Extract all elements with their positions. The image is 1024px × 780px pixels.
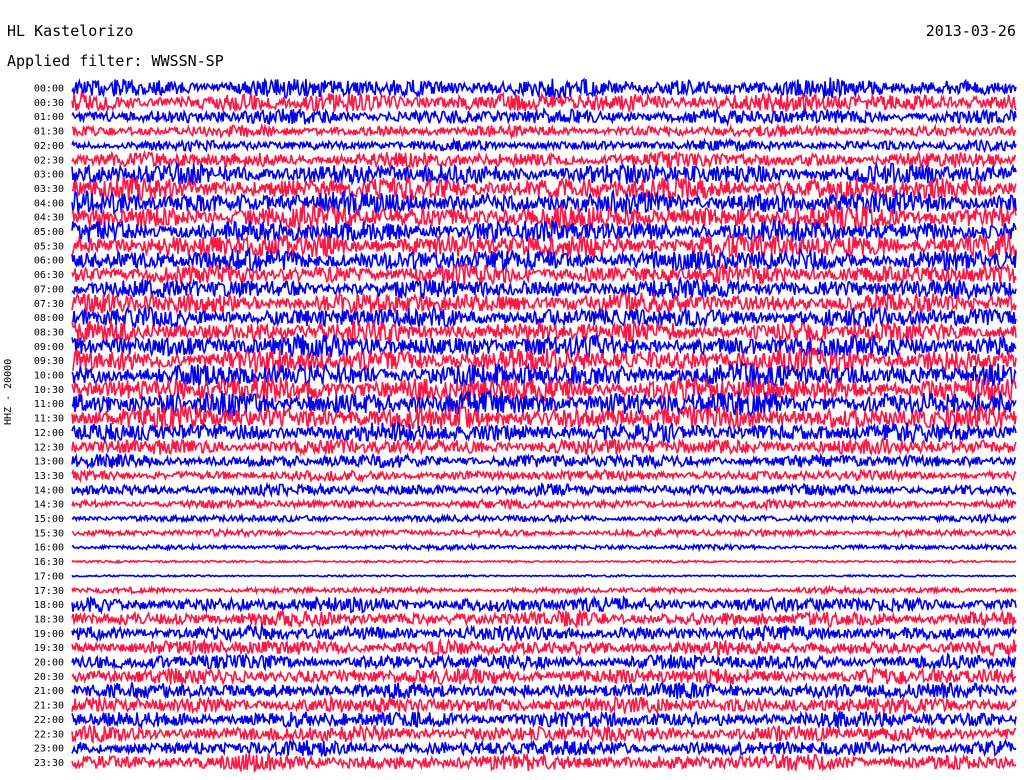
- row-label: 02:30: [34, 155, 64, 166]
- row-label: 15:30: [34, 528, 64, 539]
- row-label: 22:30: [34, 729, 64, 740]
- row-label: 14:30: [34, 500, 64, 511]
- row-label: 13:30: [34, 471, 64, 482]
- row-label: 11:00: [34, 399, 64, 410]
- trace-2130: [71, 694, 1017, 716]
- row-label: 20:00: [34, 658, 64, 669]
- trace-1300: [71, 452, 1017, 470]
- row-label: 16:00: [34, 543, 64, 554]
- row-label: 21:00: [34, 686, 64, 697]
- trace-1430: [71, 497, 1017, 512]
- row-label: 19:00: [34, 629, 64, 640]
- trace-1400: [71, 481, 1017, 498]
- row-label: 17:30: [34, 586, 64, 597]
- trace-1330: [71, 468, 1017, 484]
- trace-1600: [71, 541, 1017, 553]
- trace-1630: [71, 558, 1017, 565]
- row-label: 00:00: [34, 84, 64, 95]
- trace-2000: [71, 652, 1017, 673]
- trace-1800: [71, 595, 1017, 615]
- row-label: 16:30: [34, 557, 64, 568]
- trace-1830: [71, 608, 1017, 630]
- row-label: 08:30: [34, 327, 64, 338]
- trace-2330: [71, 752, 1017, 774]
- row-label: 06:00: [34, 256, 64, 267]
- row-label: 13:00: [34, 457, 64, 468]
- row-label: 00:30: [34, 98, 64, 109]
- row-label: 08:00: [34, 313, 64, 324]
- row-label: 20:30: [34, 672, 64, 683]
- row-label: 14:00: [34, 485, 64, 496]
- row-label: 03:30: [34, 184, 64, 195]
- row-label: 12:00: [34, 428, 64, 439]
- trace-2230: [71, 723, 1017, 744]
- row-label: 23:30: [34, 758, 64, 769]
- row-label: 15:00: [34, 514, 64, 525]
- row-label: 10:30: [34, 385, 64, 396]
- trace-0200: [71, 137, 1017, 154]
- row-label: 18:00: [34, 600, 64, 611]
- row-label: 03:00: [34, 170, 64, 181]
- row-label: 12:30: [34, 442, 64, 453]
- trace-0230: [71, 149, 1017, 170]
- row-label: 01:00: [34, 112, 64, 123]
- trace-0130: [71, 122, 1017, 140]
- trace-1530: [71, 526, 1017, 539]
- trace-2030: [71, 666, 1017, 687]
- trace-1500: [71, 512, 1017, 525]
- row-label: 02:00: [34, 141, 64, 152]
- row-label: 11:30: [34, 414, 64, 425]
- trace-2200: [71, 709, 1017, 731]
- trace-1900: [71, 622, 1017, 644]
- row-label: 09:00: [34, 342, 64, 353]
- trace-0000: [71, 77, 1017, 100]
- row-label: 06:30: [34, 270, 64, 281]
- trace-1730: [71, 584, 1017, 597]
- trace-0630: [71, 262, 1017, 286]
- row-label: 01:30: [34, 127, 64, 138]
- trace-1230: [71, 435, 1017, 457]
- row-label: 05:30: [34, 241, 64, 252]
- trace-group: [71, 77, 1017, 774]
- row-label: 21:30: [34, 701, 64, 712]
- row-label: 04:30: [34, 213, 64, 224]
- row-label: 04:00: [34, 198, 64, 209]
- row-label: 05:00: [34, 227, 64, 238]
- row-label: 22:00: [34, 715, 64, 726]
- row-label: 23:00: [34, 744, 64, 755]
- row-label: 17:00: [34, 571, 64, 582]
- row-label: 07:00: [34, 284, 64, 295]
- trace-0700: [71, 276, 1017, 301]
- helicorder-plot: 00:00 00:30 01:00 01:30 02:00 02:30 03:00 03:30…: [34, 77, 1017, 774]
- trace-1930: [71, 637, 1017, 659]
- row-label: 18:30: [34, 614, 64, 625]
- row-label: 07:30: [34, 299, 64, 310]
- trace-1000: [71, 360, 1017, 388]
- trace-0100: [71, 106, 1017, 127]
- trace-0800: [71, 304, 1017, 329]
- trace-1700: [71, 573, 1017, 579]
- trace-1200: [71, 420, 1017, 446]
- row-label: 09:30: [34, 356, 64, 367]
- row-label-group: 00:00 00:30 01:00 01:30 02:00 02:30 03:00 03:30…: [34, 84, 64, 769]
- row-label: 19:30: [34, 643, 64, 654]
- trace-2100: [71, 681, 1017, 701]
- row-label: 10:00: [34, 371, 64, 382]
